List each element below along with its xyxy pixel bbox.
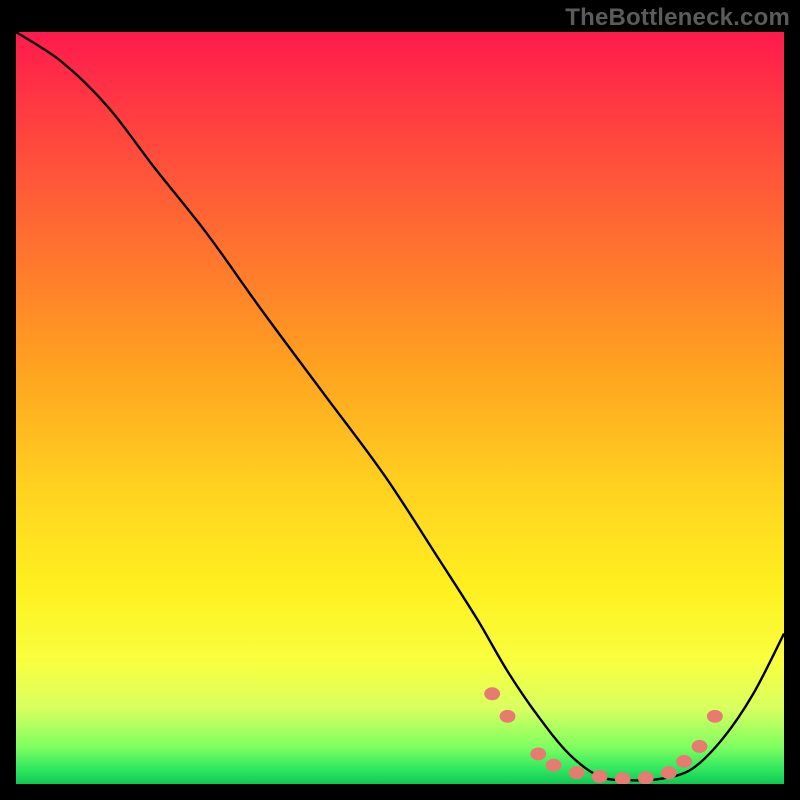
marker-dot (661, 766, 677, 779)
marker-dot (530, 747, 546, 760)
chart-container: TheBottleneck.com (0, 0, 800, 800)
plot-area (14, 30, 786, 786)
watermark-text: TheBottleneck.com (565, 4, 790, 32)
marker-dot (546, 759, 562, 772)
marker-dot (707, 710, 723, 723)
marker-dot (569, 766, 585, 779)
marker-dot (692, 740, 708, 753)
marker-dot (615, 772, 631, 784)
marker-dot (638, 772, 654, 784)
marker-dot (676, 755, 692, 768)
marker-dots (16, 32, 784, 784)
marker-dot (484, 687, 500, 700)
marker-dot (500, 710, 516, 723)
marker-dot (592, 770, 608, 783)
